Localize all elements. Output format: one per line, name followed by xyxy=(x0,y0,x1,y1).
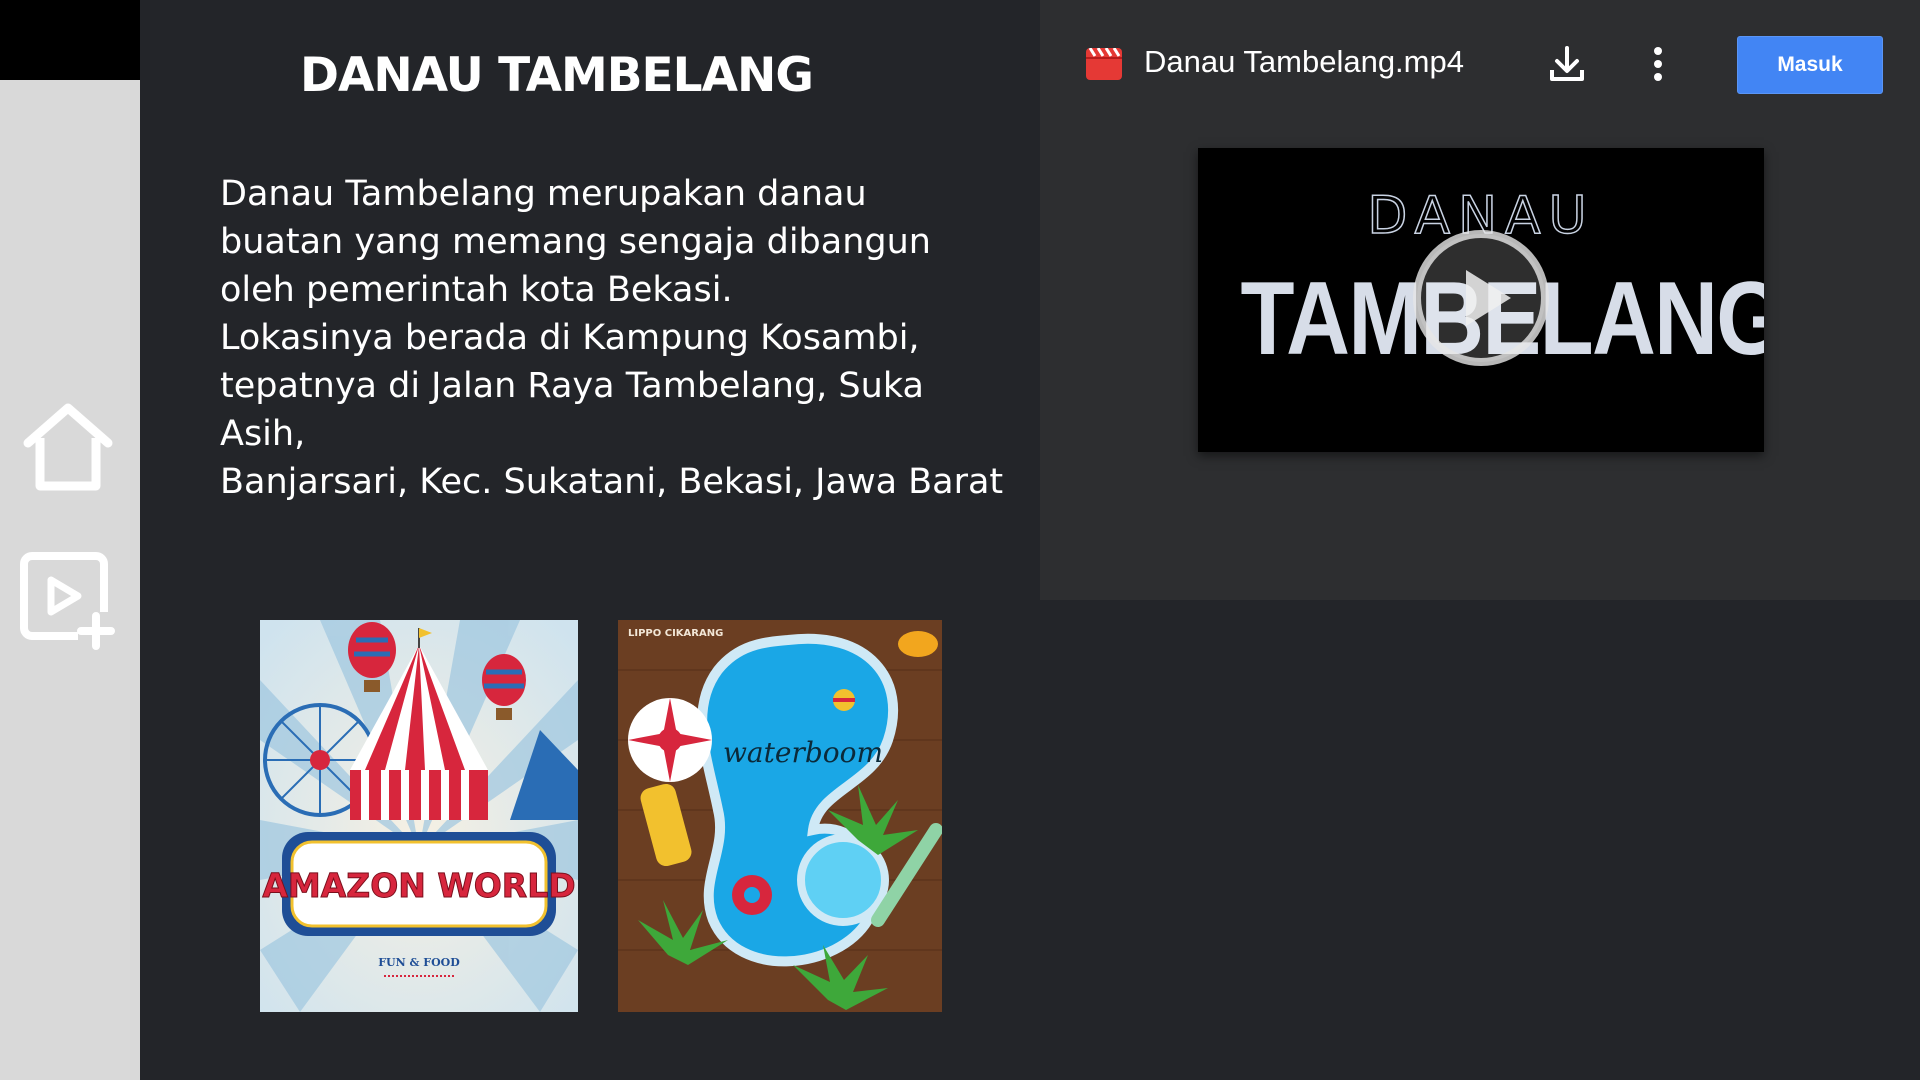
file-name: Danau Tambelang.mp4 xyxy=(1144,44,1464,79)
description: Danau Tambelang merupakan danau buatan y… xyxy=(220,170,1020,506)
waterboom-poster[interactable]: LIPPO CIKARANG waterboom xyxy=(618,620,942,1012)
description-line: buatan yang memang sengaja dibangun xyxy=(220,222,931,262)
sidebar xyxy=(0,80,140,1080)
poster-title: waterboom xyxy=(723,736,883,769)
description-line: Danau Tambelang merupakan danau xyxy=(220,174,867,214)
home-icon[interactable] xyxy=(18,398,118,498)
signin-button[interactable]: Masuk xyxy=(1737,36,1883,94)
top-left-block xyxy=(0,0,140,80)
description-line: oleh pemerintah kota Bekasi. xyxy=(220,270,733,310)
amazon-world-poster[interactable]: AMAZON WORLD FUN & FOOD xyxy=(260,620,578,1012)
main-content: DANAU TAMBELANG Danau Tambelang merupaka… xyxy=(140,0,1040,1080)
description-line: tepatnya di Jalan Raya Tambelang, Suka A… xyxy=(220,366,924,454)
download-icon[interactable] xyxy=(1547,44,1587,84)
play-icon[interactable] xyxy=(1411,228,1551,368)
video-file-icon xyxy=(1086,47,1122,80)
page-title: DANAU TAMBELANG xyxy=(300,48,814,103)
description-line: Banjarsari, Kec. Sukatani, Bekasi, Jawa … xyxy=(220,462,1004,502)
poster-subtitle: FUN & FOOD xyxy=(378,956,460,969)
description-line: Lokasinya berada di Kampung Kosambi, xyxy=(220,318,920,358)
poster-title: AMAZON WORLD xyxy=(262,866,575,905)
more-options-icon[interactable] xyxy=(1650,44,1666,84)
video-player[interactable]: DANAU TAMBELANG xyxy=(1198,148,1764,452)
drive-header: Danau Tambelang.mp4 Masuk xyxy=(1040,0,1920,120)
video-add-icon[interactable] xyxy=(18,550,118,650)
poster-brand: LIPPO CIKARANG xyxy=(628,628,723,639)
drive-preview-panel: Danau Tambelang.mp4 Masuk DANAU TAMBELAN… xyxy=(1040,0,1920,600)
